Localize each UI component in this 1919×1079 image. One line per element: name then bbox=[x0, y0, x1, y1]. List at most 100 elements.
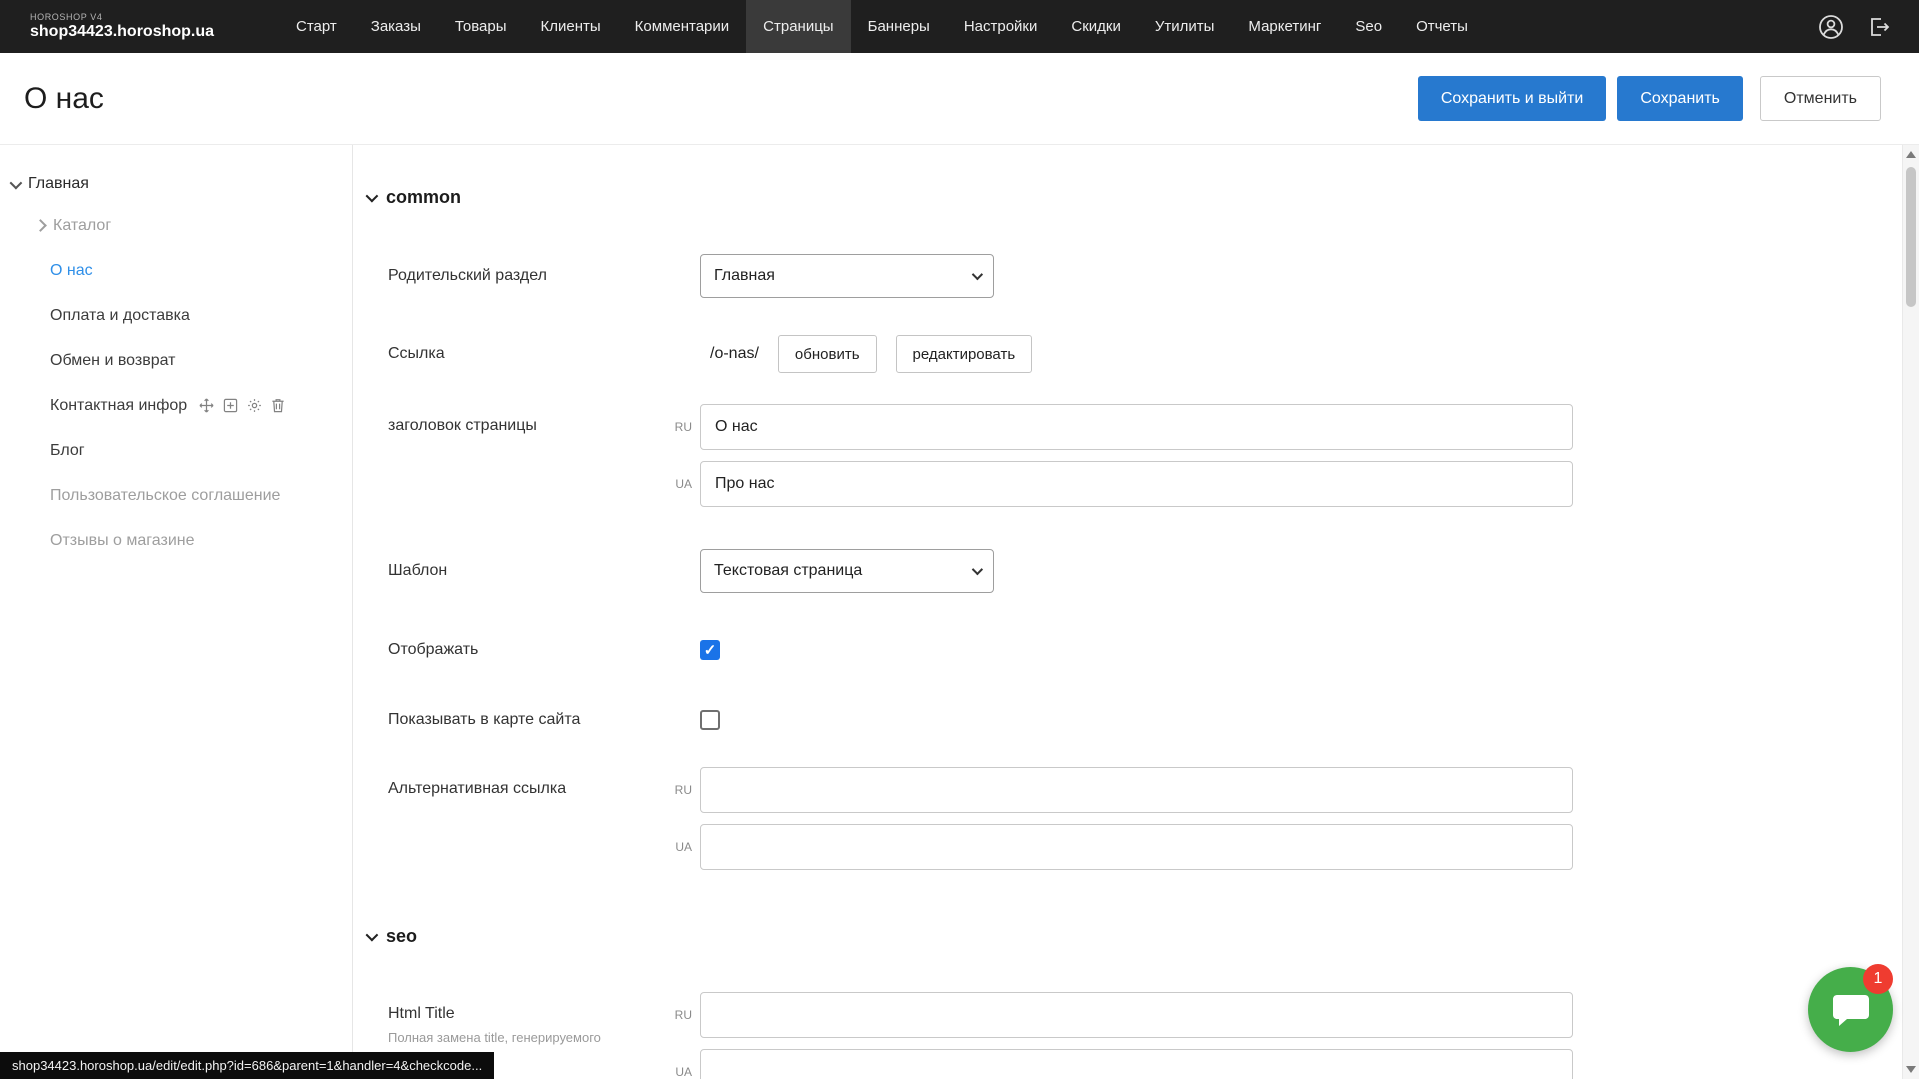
display-row: Отображать ✓ bbox=[353, 639, 1919, 661]
lang-ua-badge: UA bbox=[664, 840, 692, 854]
nav-item-marketing[interactable]: Маркетинг bbox=[1231, 0, 1338, 53]
link-label: Ссылка bbox=[388, 345, 700, 363]
header-buttons: Сохранить и выйти Сохранить Отменить bbox=[1418, 76, 1881, 121]
page-title-ua-input[interactable] bbox=[700, 461, 1573, 507]
parent-section-label: Родительский раздел bbox=[388, 267, 700, 285]
sidebar-item-label: Обмен и возврат bbox=[50, 352, 175, 370]
add-page-icon[interactable] bbox=[223, 398, 238, 413]
section-common-header[interactable]: common bbox=[353, 187, 1919, 208]
page-header: О нас Сохранить и выйти Сохранить Отмени… bbox=[0, 53, 1919, 145]
lang-ru-badge: RU bbox=[664, 1008, 692, 1022]
display-checkbox[interactable]: ✓ bbox=[700, 640, 720, 660]
tree-item-actions bbox=[199, 398, 285, 413]
sidebar-item-label: О нас bbox=[50, 262, 93, 280]
settings-gear-icon[interactable] bbox=[247, 398, 262, 413]
html-title-row: Html Title Полная замена title, генериру… bbox=[353, 992, 1919, 1079]
alt-link-ua-input[interactable] bbox=[700, 824, 1573, 870]
link-status-tooltip: shop34423.horoshop.ua/edit/edit.php?id=6… bbox=[0, 1052, 494, 1079]
save-button[interactable]: Сохранить bbox=[1617, 76, 1743, 121]
brand-logo[interactable]: HOROSHOP V4 shop34423.horoshop.ua bbox=[30, 0, 245, 53]
alt-link-label: Альтернативная ссылка bbox=[388, 767, 700, 798]
chevron-down-icon bbox=[972, 269, 983, 280]
chat-bubble-icon bbox=[1831, 991, 1871, 1029]
alt-link-row: Альтернативная ссылка RU UA bbox=[353, 767, 1919, 870]
chat-widget-button[interactable]: 1 bbox=[1808, 967, 1893, 1052]
sidebar-item-o-nas[interactable]: О нас bbox=[0, 248, 352, 293]
chat-unread-badge: 1 bbox=[1863, 964, 1893, 994]
link-path-value: /o-nas/ bbox=[710, 345, 759, 363]
nav-item-seo[interactable]: Seo bbox=[1338, 0, 1399, 53]
nav-item-utilities[interactable]: Утилиты bbox=[1138, 0, 1232, 53]
logout-icon[interactable] bbox=[1865, 13, 1893, 41]
cancel-button[interactable]: Отменить bbox=[1760, 76, 1881, 121]
section-seo-header[interactable]: seo bbox=[353, 926, 1919, 947]
page-title-ru-input[interactable] bbox=[700, 404, 1573, 450]
sidebar-item-polzovatelskoe-soglashenie[interactable]: Пользовательское соглашение bbox=[0, 473, 352, 518]
sidebar-item-obmen-i-vozvrat[interactable]: Обмен и возврат bbox=[0, 338, 352, 383]
drag-move-icon[interactable] bbox=[199, 398, 214, 413]
lang-ua-badge: UA bbox=[664, 477, 692, 491]
sidebar-root-label: Главная bbox=[28, 175, 89, 193]
lang-ru-badge: RU bbox=[664, 783, 692, 797]
status-url: shop34423.horoshop.ua/edit/edit.php?id=6… bbox=[12, 1058, 482, 1073]
save-and-exit-button[interactable]: Сохранить и выйти bbox=[1418, 76, 1607, 121]
sidebar-item-label: Оплата и доставка bbox=[50, 307, 190, 325]
nav-item-reports[interactable]: Отчеты bbox=[1399, 0, 1485, 53]
sitemap-checkbox[interactable] bbox=[700, 710, 720, 730]
html-title-hint: Полная замена title, генерируемого bbox=[388, 1030, 678, 1045]
topbar: HOROSHOP V4 shop34423.horoshop.ua Старт … bbox=[0, 0, 1919, 53]
parent-section-value: Главная bbox=[714, 267, 775, 285]
main-nav: Старт Заказы Товары Клиенты Комментарии … bbox=[279, 0, 1485, 53]
topbar-right bbox=[1817, 0, 1893, 53]
nav-item-products[interactable]: Товары bbox=[438, 0, 524, 53]
page-title: О нас bbox=[24, 82, 104, 116]
display-label: Отображать bbox=[388, 641, 700, 659]
scroll-up-arrow[interactable] bbox=[1906, 151, 1916, 158]
delete-trash-icon[interactable] bbox=[271, 398, 285, 413]
html-title-ua-input[interactable] bbox=[700, 1049, 1573, 1079]
user-account-icon[interactable] bbox=[1817, 13, 1845, 41]
alt-link-ru-input[interactable] bbox=[700, 767, 1573, 813]
nav-item-banners[interactable]: Баннеры bbox=[851, 0, 947, 53]
vertical-scrollbar[interactable] bbox=[1902, 145, 1919, 1079]
scrollbar-thumb[interactable] bbox=[1906, 167, 1916, 307]
sidebar-item-oplata-i-dostavka[interactable]: Оплата и доставка bbox=[0, 293, 352, 338]
link-edit-button[interactable]: редактировать bbox=[896, 335, 1033, 373]
template-label: Шаблон bbox=[388, 562, 700, 580]
sidebar-item-katalog[interactable]: Каталог bbox=[0, 203, 352, 248]
nav-item-pages[interactable]: Страницы bbox=[746, 0, 850, 53]
template-select[interactable]: Текстовая страница bbox=[700, 549, 994, 593]
template-row: Шаблон Текстовая страница bbox=[353, 549, 1919, 593]
html-title-label-text: Html Title bbox=[388, 1005, 455, 1022]
sidebar-item-glavnaya[interactable]: Главная bbox=[0, 165, 352, 203]
content-layout: Главная Каталог О нас Оплата и доставка … bbox=[0, 145, 1919, 1079]
nav-item-discounts[interactable]: Скидки bbox=[1054, 0, 1137, 53]
chevron-down-icon bbox=[366, 929, 379, 942]
sitemap-label: Показывать в карте сайта bbox=[388, 711, 700, 729]
pages-tree-sidebar: Главная Каталог О нас Оплата и доставка … bbox=[0, 145, 353, 1079]
chevron-down-icon bbox=[972, 564, 983, 575]
parent-section-row: Родительский раздел Главная bbox=[353, 254, 1919, 298]
page-edit-form: common Родительский раздел Главная Ссылк… bbox=[353, 145, 1919, 1079]
sidebar-item-label: Отзывы о магазине bbox=[50, 532, 195, 550]
chevron-down-icon[interactable] bbox=[10, 176, 23, 189]
nav-item-orders[interactable]: Заказы bbox=[354, 0, 438, 53]
sidebar-item-label: Каталог bbox=[53, 217, 111, 235]
parent-section-select[interactable]: Главная bbox=[700, 254, 994, 298]
nav-item-clients[interactable]: Клиенты bbox=[524, 0, 618, 53]
lang-ua-badge: UA bbox=[664, 1065, 692, 1079]
html-title-label: Html Title Полная замена title, генериру… bbox=[388, 992, 700, 1045]
nav-item-settings[interactable]: Настройки bbox=[947, 0, 1055, 53]
sidebar-item-kontaktnaya-informatsiya[interactable]: Контактная инфор bbox=[0, 383, 352, 428]
sidebar-item-blog[interactable]: Блог bbox=[0, 428, 352, 473]
html-title-ru-input[interactable] bbox=[700, 992, 1573, 1038]
sitemap-row: Показывать в карте сайта bbox=[353, 709, 1919, 731]
section-common-title: common bbox=[386, 187, 461, 208]
link-refresh-button[interactable]: обновить bbox=[778, 335, 877, 373]
nav-item-comments[interactable]: Комментарии bbox=[618, 0, 746, 53]
chevron-right-icon[interactable] bbox=[34, 219, 47, 232]
scroll-down-arrow[interactable] bbox=[1906, 1066, 1916, 1073]
sidebar-item-otzyvy-o-magazine[interactable]: Отзывы о магазине bbox=[0, 518, 352, 563]
nav-item-start[interactable]: Старт bbox=[279, 0, 354, 53]
chevron-down-icon bbox=[366, 190, 379, 203]
